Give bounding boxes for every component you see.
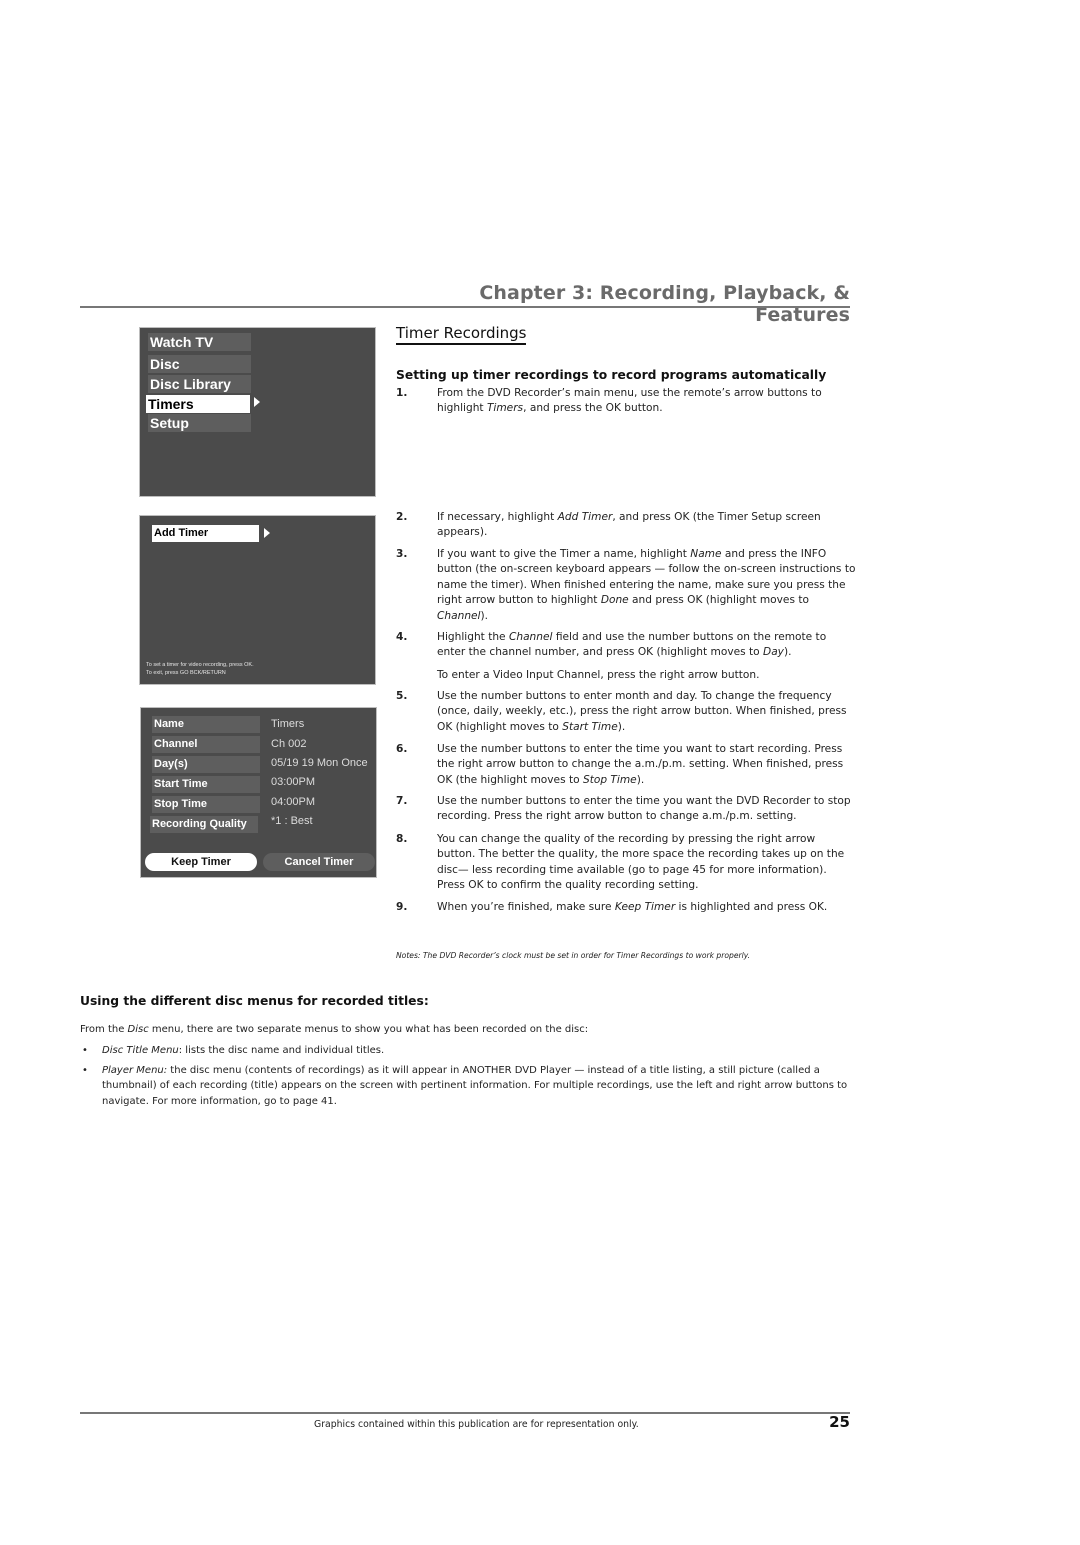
bullet-player-menu: • Player Menu: the disc menu (contents o…: [82, 1065, 848, 1107]
field-value-days: 05/19 19 Mon Once: [271, 757, 368, 769]
step-text: To enter a Video Input Channel, press th…: [437, 669, 760, 681]
step-7: 7. Use the number buttons to enter the ti…: [396, 794, 856, 825]
field-label-name[interactable]: Name: [152, 716, 260, 733]
field-label-stop-time[interactable]: Stop Time: [152, 796, 260, 813]
step-number: 7.: [396, 795, 408, 807]
footer-divider: [80, 1412, 850, 1414]
step-text: Highlight the Channel field and use the …: [437, 631, 827, 659]
chapter-title: Chapter 3: Recording, Playback, & Featur…: [479, 282, 850, 326]
bullet-icon: •: [82, 1065, 88, 1076]
step-text: Use the number buttons to enter the time…: [437, 743, 844, 786]
submenu-arrow-icon: [254, 397, 260, 407]
step-text: Use the number buttons to enter month an…: [437, 690, 847, 733]
step-2: 2. If necessary, highlight Add Timer, and…: [396, 510, 856, 541]
timer-setup-screenshot: Name Timers Channel Ch 002 Day(s) 05/19 …: [140, 707, 377, 878]
step-number: 3.: [396, 548, 408, 560]
menu-item-watch-tv[interactable]: Watch TV: [148, 333, 251, 351]
step-4: 4. Highlight the Channel field and use th…: [396, 630, 856, 661]
step-number: 8.: [396, 833, 408, 845]
step-text: Use the number buttons to enter the time…: [437, 795, 851, 823]
section-subtitle: Setting up timer recordings to record pr…: [396, 368, 827, 382]
footer-text: Graphics contained within this publicati…: [314, 1419, 639, 1430]
step-8: 8. You can change the quality of the reco…: [396, 832, 856, 894]
keep-timer-button[interactable]: Keep Timer: [145, 853, 257, 871]
step-5: 5. Use the number buttons to enter month …: [396, 689, 856, 735]
header-divider: [80, 306, 850, 308]
main-menu-screenshot: Watch TV Disc Disc Library Timers Setup: [139, 327, 376, 497]
timers-menu-screenshot: Add Timer To set a timer for video recor…: [139, 515, 376, 685]
section-title: Timer Recordings: [396, 325, 527, 345]
field-value-start-time: 03:00PM: [271, 776, 316, 788]
bullet-disc-title-menu: • Disc Title Menu: lists the disc name a…: [82, 1043, 852, 1058]
step-9: 9. When you’re finished, make sure Keep T…: [396, 900, 856, 915]
step-1: 1. From the DVD Recorder’s main menu, use…: [396, 386, 856, 417]
step-3: 3. If you want to give the Timer a name, …: [396, 547, 856, 624]
screen-hint: To set a timer for video recording, pres…: [146, 662, 254, 676]
step-4-note: To enter a Video Input Channel, press th…: [396, 668, 856, 683]
page-number: 25: [829, 1413, 850, 1431]
step-number: 2.: [396, 511, 408, 523]
step-text: You can change the quality of the record…: [437, 833, 845, 892]
step-number: 9.: [396, 901, 408, 913]
step-text: If you want to give the Timer a name, hi…: [437, 548, 856, 622]
field-value-channel: Ch 002: [271, 738, 307, 750]
step-text: From the DVD Recorder’s main menu, use t…: [437, 387, 822, 415]
add-timer-item[interactable]: Add Timer: [152, 525, 259, 542]
menu-item-timers[interactable]: Timers: [146, 395, 250, 413]
field-value-stop-time: 04:00PM: [271, 796, 316, 808]
bullet-icon: •: [82, 1045, 88, 1056]
step-number: 6.: [396, 743, 408, 755]
step-text: If necessary, highlight Add Timer, and p…: [437, 511, 821, 539]
disc-menus-title: Using the different disc menus for recor…: [80, 994, 429, 1008]
step-text: When you’re finished, make sure Keep Tim…: [437, 901, 828, 913]
step-number: 4.: [396, 631, 408, 643]
field-label-recording-quality[interactable]: Recording Quality: [150, 816, 258, 833]
note: Notes: The DVD Recorder’s clock must be …: [396, 951, 751, 960]
field-label-days[interactable]: Day(s): [152, 756, 260, 773]
field-label-start-time[interactable]: Start Time: [152, 776, 260, 793]
step-6: 6. Use the number buttons to enter the ti…: [396, 742, 856, 788]
step-number: 5.: [396, 690, 408, 702]
disc-menus-intro: From the Disc menu, there are two separa…: [80, 1024, 589, 1035]
menu-item-disc-library[interactable]: Disc Library: [148, 375, 251, 393]
step-number: 1.: [396, 387, 408, 399]
field-label-channel[interactable]: Channel: [152, 736, 260, 753]
submenu-arrow-icon: [264, 528, 270, 538]
menu-item-setup[interactable]: Setup: [148, 414, 251, 432]
menu-item-disc[interactable]: Disc: [148, 355, 251, 373]
field-value-recording-quality: *1 : Best: [271, 815, 313, 827]
field-value-name: Timers: [271, 718, 305, 730]
cancel-timer-button[interactable]: Cancel Timer: [263, 853, 375, 871]
